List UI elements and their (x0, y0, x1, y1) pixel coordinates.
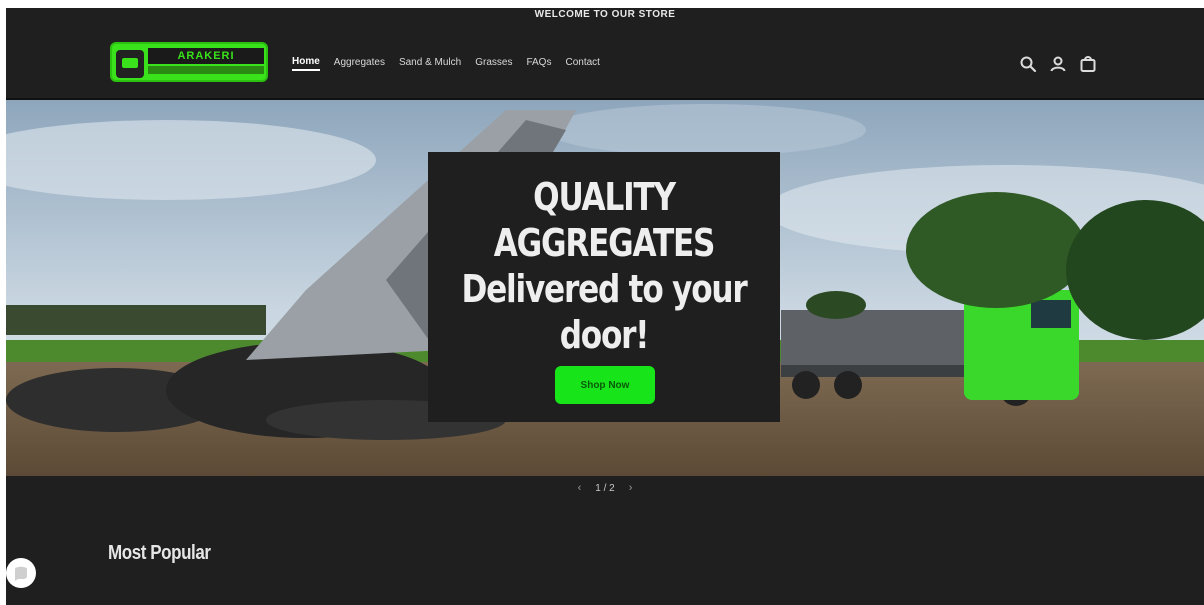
slider-next-button[interactable]: › (629, 482, 633, 494)
slider-prev-button[interactable]: ‹ (578, 482, 582, 494)
header-icons (1018, 54, 1098, 74)
nav-item-grasses[interactable]: Grasses (475, 56, 512, 70)
hero-heading-line-2: AGGREGATES (493, 221, 716, 265)
hero-banner: QUALITY AGGREGATES Delivered to your doo… (6, 100, 1204, 476)
chat-icon (15, 566, 27, 581)
hero-heading-line-3: Delivered to your (461, 267, 748, 311)
nav-item-aggregates[interactable]: Aggregates (334, 56, 385, 70)
nav-item-faqs[interactable]: FAQs (526, 56, 551, 70)
nav-item-contact[interactable]: Contact (565, 56, 599, 70)
announcement-bar: WELCOME TO OUR STORE (534, 9, 676, 20)
hero-promo-panel: QUALITY AGGREGATES Delivered to your doo… (428, 152, 780, 422)
hero-heading-line-1: QUALITY (533, 175, 676, 219)
cart-icon[interactable] (1078, 54, 1098, 74)
brand-logo[interactable]: ARAKERI (110, 42, 268, 82)
account-icon[interactable] (1048, 54, 1068, 74)
section-title: Most Popular (108, 542, 211, 564)
hero-heading-line-4: door! (559, 313, 650, 357)
brand-name: ARAKERI (148, 48, 264, 64)
nav-item-sand-mulch[interactable]: Sand & Mulch (399, 56, 461, 70)
slider-controls: ‹ 1 / 2 › (6, 480, 1204, 496)
main-nav: Home Aggregates Sand & Mulch Grasses FAQ… (292, 54, 600, 72)
slider-counter: 1 / 2 (595, 482, 615, 494)
truck-logo-icon (116, 50, 144, 78)
brand-tagline-bar (148, 66, 264, 74)
site-header: ARAKERI Home Aggregates Sand & Mulch Gra… (6, 24, 1204, 100)
shop-now-button[interactable]: Shop Now (555, 366, 655, 404)
search-icon[interactable] (1018, 54, 1038, 74)
nav-item-home[interactable]: Home (292, 55, 320, 71)
chat-button[interactable] (6, 558, 36, 588)
page: WELCOME TO OUR STORE ARAKERI Home Aggreg… (6, 8, 1204, 605)
